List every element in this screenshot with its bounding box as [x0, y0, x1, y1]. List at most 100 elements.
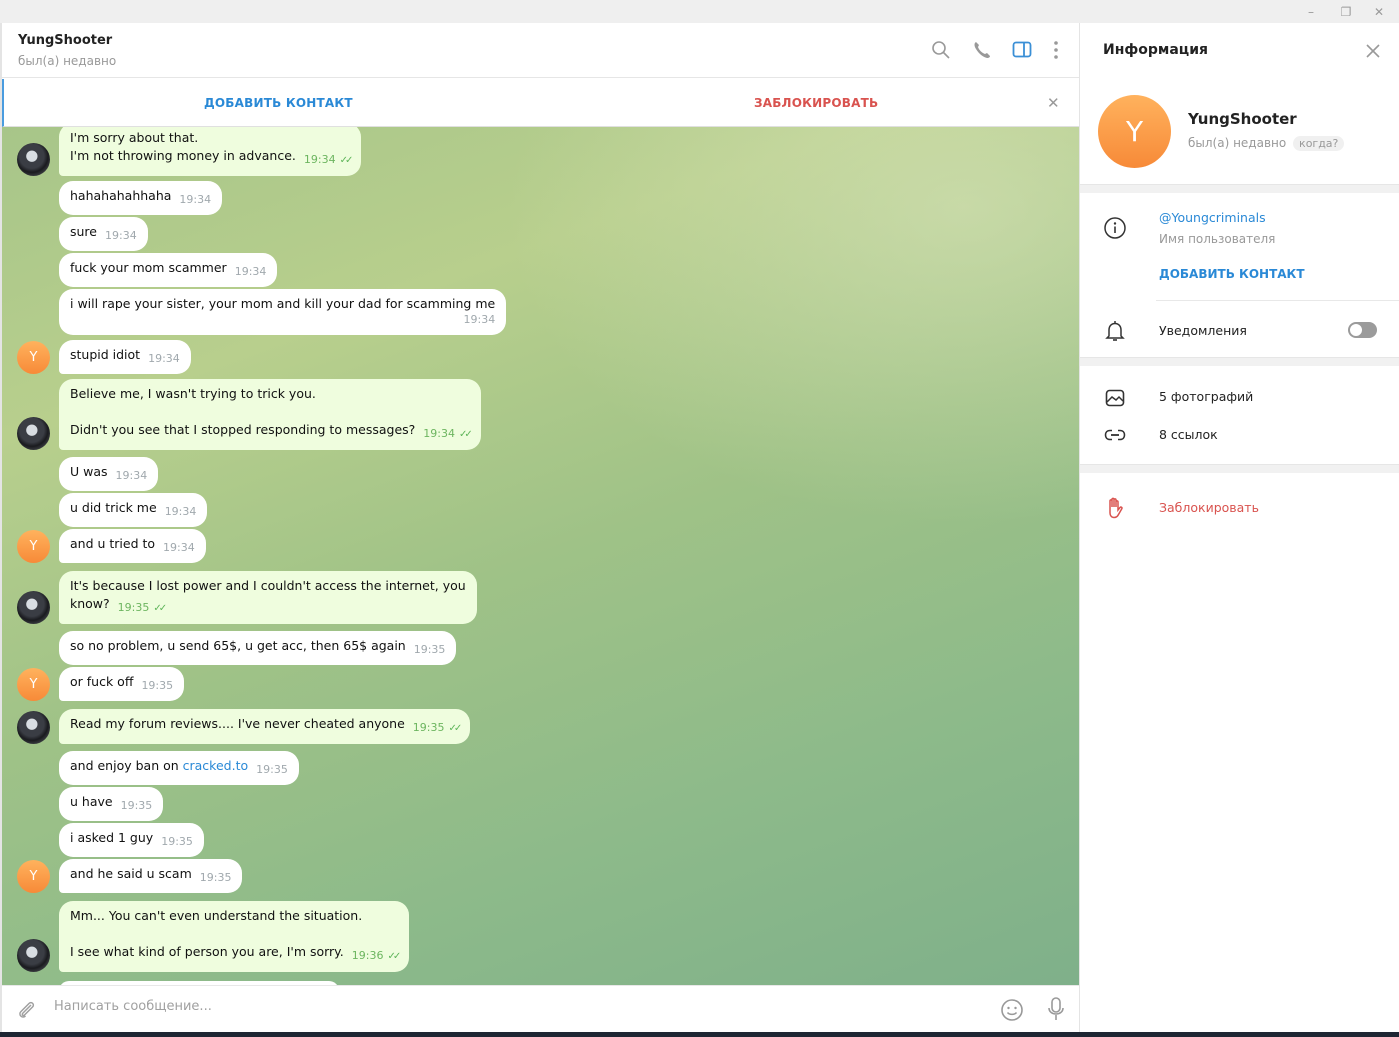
- notifications-toggle[interactable]: [1348, 322, 1377, 338]
- read-receipt-icon: ✓✓: [458, 429, 473, 440]
- window-titlebar: – ❐ ✕: [0, 0, 1399, 23]
- message-line: I see what kind of person you are, I'm s…: [70, 944, 344, 959]
- message-time: 19:35: [120, 799, 153, 812]
- message-line: stupid idiot: [70, 347, 141, 362]
- message-time: 19:34: [234, 265, 267, 278]
- sender-avatar[interactable]: Y: [17, 341, 50, 374]
- message-time: 19:35: [161, 835, 193, 848]
- block-button[interactable]: ЗАБЛОКИРОВАТЬ: [754, 79, 878, 127]
- section-divider: [1080, 184, 1399, 193]
- outgoing-message[interactable]: Read my forum reviews.... I've never che…: [59, 709, 471, 744]
- photos-count[interactable]: 5 фотографий: [1159, 389, 1253, 404]
- incoming-message[interactable]: and enjoy ban on cracked.to 19:35: [59, 751, 299, 785]
- incoming-message[interactable]: hahahahahhaha 19:34: [59, 181, 223, 215]
- incoming-message[interactable]: stupid idiot 19:34: [59, 340, 191, 374]
- incoming-message[interactable]: i asked 1 guy 19:35: [59, 823, 204, 857]
- incoming-message[interactable]: so no problem, u send 65$, u get acc, th…: [59, 631, 457, 665]
- sender-avatar[interactable]: [17, 591, 50, 624]
- emoji-icon[interactable]: [1000, 998, 1024, 1022]
- message-line: I'm sorry about that.: [70, 130, 199, 145]
- restore-button[interactable]: ❐: [1331, 2, 1361, 22]
- incoming-message[interactable]: i will rape your sister, your mom and ki…: [59, 289, 507, 335]
- message-line: so no problem, u send 65$, u get acc, th…: [70, 638, 406, 653]
- message-line: Mm... You can't even understand the situ…: [70, 908, 363, 923]
- message-line: and u tried to: [70, 536, 156, 551]
- message-line: u did trick me: [70, 500, 157, 515]
- row-divider: [1156, 300, 1399, 301]
- when-badge[interactable]: когда?: [1293, 136, 1345, 151]
- sender-avatar[interactable]: [17, 711, 50, 744]
- bell-icon: [1105, 321, 1125, 341]
- message-line: [70, 403, 470, 421]
- incoming-message[interactable]: and u tried to 19:34: [59, 529, 206, 563]
- message-line: It's because I lost power and I couldn't…: [70, 578, 466, 593]
- outgoing-message[interactable]: It's because I lost power and I couldn't…: [59, 571, 477, 624]
- info-panel: Информация Y YungShooter был(а) недавно …: [1079, 23, 1399, 1032]
- profile-status: был(а) недавно когда?: [1188, 136, 1345, 151]
- sender-avatar[interactable]: Y: [17, 530, 50, 563]
- message-line: and he said u scam: [70, 866, 192, 881]
- message-time: 19:35: [199, 871, 232, 884]
- microphone-icon[interactable]: [1044, 996, 1068, 1022]
- attach-icon[interactable]: [16, 999, 38, 1021]
- outgoing-message[interactable]: Believe me, I wasn't trying to trick you…: [59, 379, 481, 450]
- outgoing-message[interactable]: Mm... You can't even understand the situ…: [59, 901, 410, 972]
- add-contact-button[interactable]: ДОБАВИТЬ КОНТАКТ: [204, 79, 353, 127]
- message-time: 19:35: [256, 763, 288, 776]
- sender-avatar[interactable]: [17, 939, 50, 972]
- message-line: or fuck off: [70, 674, 134, 689]
- sidebar-toggle-icon[interactable]: [1011, 39, 1033, 61]
- phone-icon[interactable]: [971, 39, 993, 61]
- sender-avatar[interactable]: [17, 417, 50, 450]
- message-input[interactable]: Написать сообщение...: [54, 999, 212, 1014]
- profile-avatar[interactable]: Y: [1098, 95, 1171, 168]
- link-icon: [1104, 429, 1126, 441]
- read-receipt-icon: ✓✓: [339, 155, 354, 166]
- minimize-button[interactable]: –: [1296, 2, 1326, 22]
- message-line: I'm not throwing money in advance.: [70, 148, 296, 163]
- close-icon[interactable]: [1364, 42, 1382, 60]
- chat-title[interactable]: YungShooter: [18, 33, 112, 48]
- info-add-contact-button[interactable]: ДОБАВИТЬ КОНТАКТ: [1159, 267, 1305, 281]
- incoming-message[interactable]: and he said u scam 19:35: [59, 859, 243, 893]
- message-line: Believe me, I wasn't trying to trick you…: [70, 386, 316, 401]
- read-receipt-icon: ✓✓: [153, 603, 167, 614]
- username-label: Имя пользователя: [1159, 232, 1276, 246]
- incoming-message[interactable]: or fuck off 19:35: [59, 667, 185, 701]
- message-time: 19:34: [303, 153, 336, 166]
- search-icon[interactable]: [930, 39, 952, 61]
- incoming-message[interactable]: u have 19:35: [59, 787, 164, 821]
- outgoing-message[interactable]: I'm sorry about that. I'm not throwing mo…: [59, 127, 362, 176]
- incoming-message[interactable]: fuck your mom scammer 19:34: [59, 253, 278, 287]
- message-time: 19:34: [463, 313, 496, 326]
- chat-status: был(а) недавно: [18, 54, 117, 68]
- window-close-button[interactable]: ✕: [1364, 2, 1394, 22]
- incoming-message[interactable]: sure 19:34: [59, 217, 148, 251]
- message-list[interactable]: I'm sorry about that. I'm not throwing mo…: [2, 127, 1079, 985]
- message-line: U was: [70, 464, 108, 479]
- message-time: 19:34: [115, 469, 148, 482]
- message-link[interactable]: cracked.to: [183, 758, 249, 773]
- links-count[interactable]: 8 ссылок: [1159, 427, 1218, 442]
- message-line: i will rape your sister, your mom and ki…: [70, 296, 496, 311]
- message-line: know?: [70, 596, 110, 611]
- sender-avatar[interactable]: Y: [17, 668, 50, 701]
- message-time: 19:35: [413, 643, 446, 656]
- block-user-button[interactable]: Заблокировать: [1159, 500, 1259, 515]
- incoming-message[interactable]: U was 19:34: [59, 457, 159, 491]
- more-vertical-icon[interactable]: [1045, 39, 1067, 61]
- chat-header: YungShooter был(а) недавно: [2, 23, 1079, 78]
- username-link[interactable]: @Youngcriminals: [1159, 210, 1266, 225]
- incoming-message[interactable]: u did trick me 19:34: [59, 493, 208, 527]
- sender-avatar[interactable]: [17, 143, 50, 176]
- sender-avatar[interactable]: Y: [17, 860, 50, 893]
- section-divider: [1080, 357, 1399, 366]
- info-panel-title: Информация: [1103, 42, 1208, 58]
- close-action-bar-icon[interactable]: ✕: [1047, 79, 1060, 127]
- background-pattern: [502, 127, 1079, 527]
- info-icon: [1104, 217, 1126, 239]
- message-time: 19:34: [163, 541, 195, 554]
- composer: Написать сообщение...: [2, 985, 1079, 1032]
- message-time: 19:36: [351, 949, 384, 962]
- message-time: 19:35: [141, 679, 174, 692]
